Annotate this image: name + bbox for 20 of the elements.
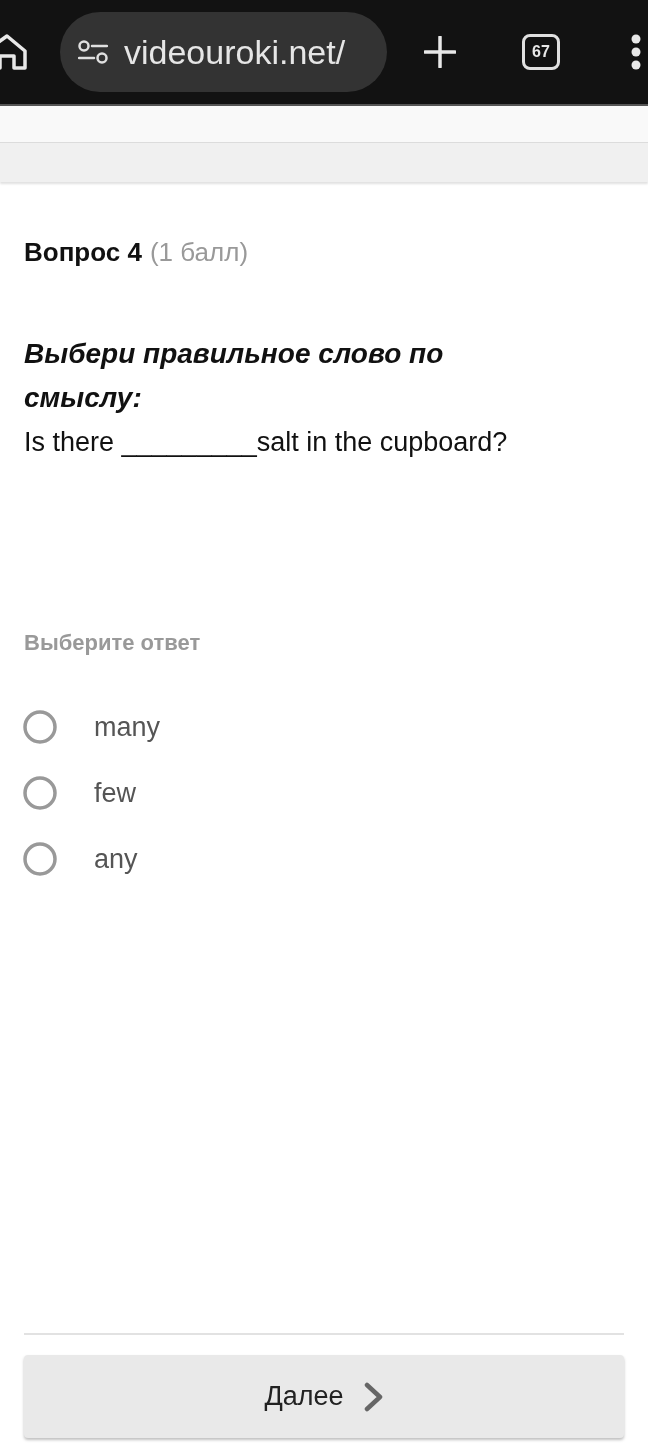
question-text: Is there _________salt in the cupboard? — [24, 426, 509, 459]
answer-option[interactable]: few — [94, 777, 137, 809]
chevron-right-icon — [363, 1381, 384, 1412]
site-settings-icon[interactable] — [78, 40, 108, 64]
tab-count-button[interactable]: 67 — [522, 34, 560, 70]
url-text: videouroki.net/ — [124, 32, 346, 72]
question-points: (1 балл) — [149, 236, 249, 269]
next-button[interactable]: Далее — [24, 1355, 624, 1438]
address-bar[interactable]: videouroki.net/ — [60, 12, 387, 92]
question-instruction: Выбери правильное слово по смыслу: — [24, 337, 445, 415]
answer-option[interactable]: many — [94, 711, 161, 743]
menu-icon[interactable] — [630, 34, 642, 70]
radio-button[interactable] — [23, 842, 57, 876]
radio-button[interactable] — [23, 710, 57, 744]
question-number: Вопрос 4 — [24, 236, 142, 269]
radio-button[interactable] — [23, 776, 57, 810]
answer-prompt: Выберите ответ — [24, 629, 202, 657]
home-icon[interactable] — [0, 34, 28, 70]
answer-option[interactable]: any — [94, 843, 138, 875]
new-tab-icon[interactable] — [424, 36, 456, 68]
